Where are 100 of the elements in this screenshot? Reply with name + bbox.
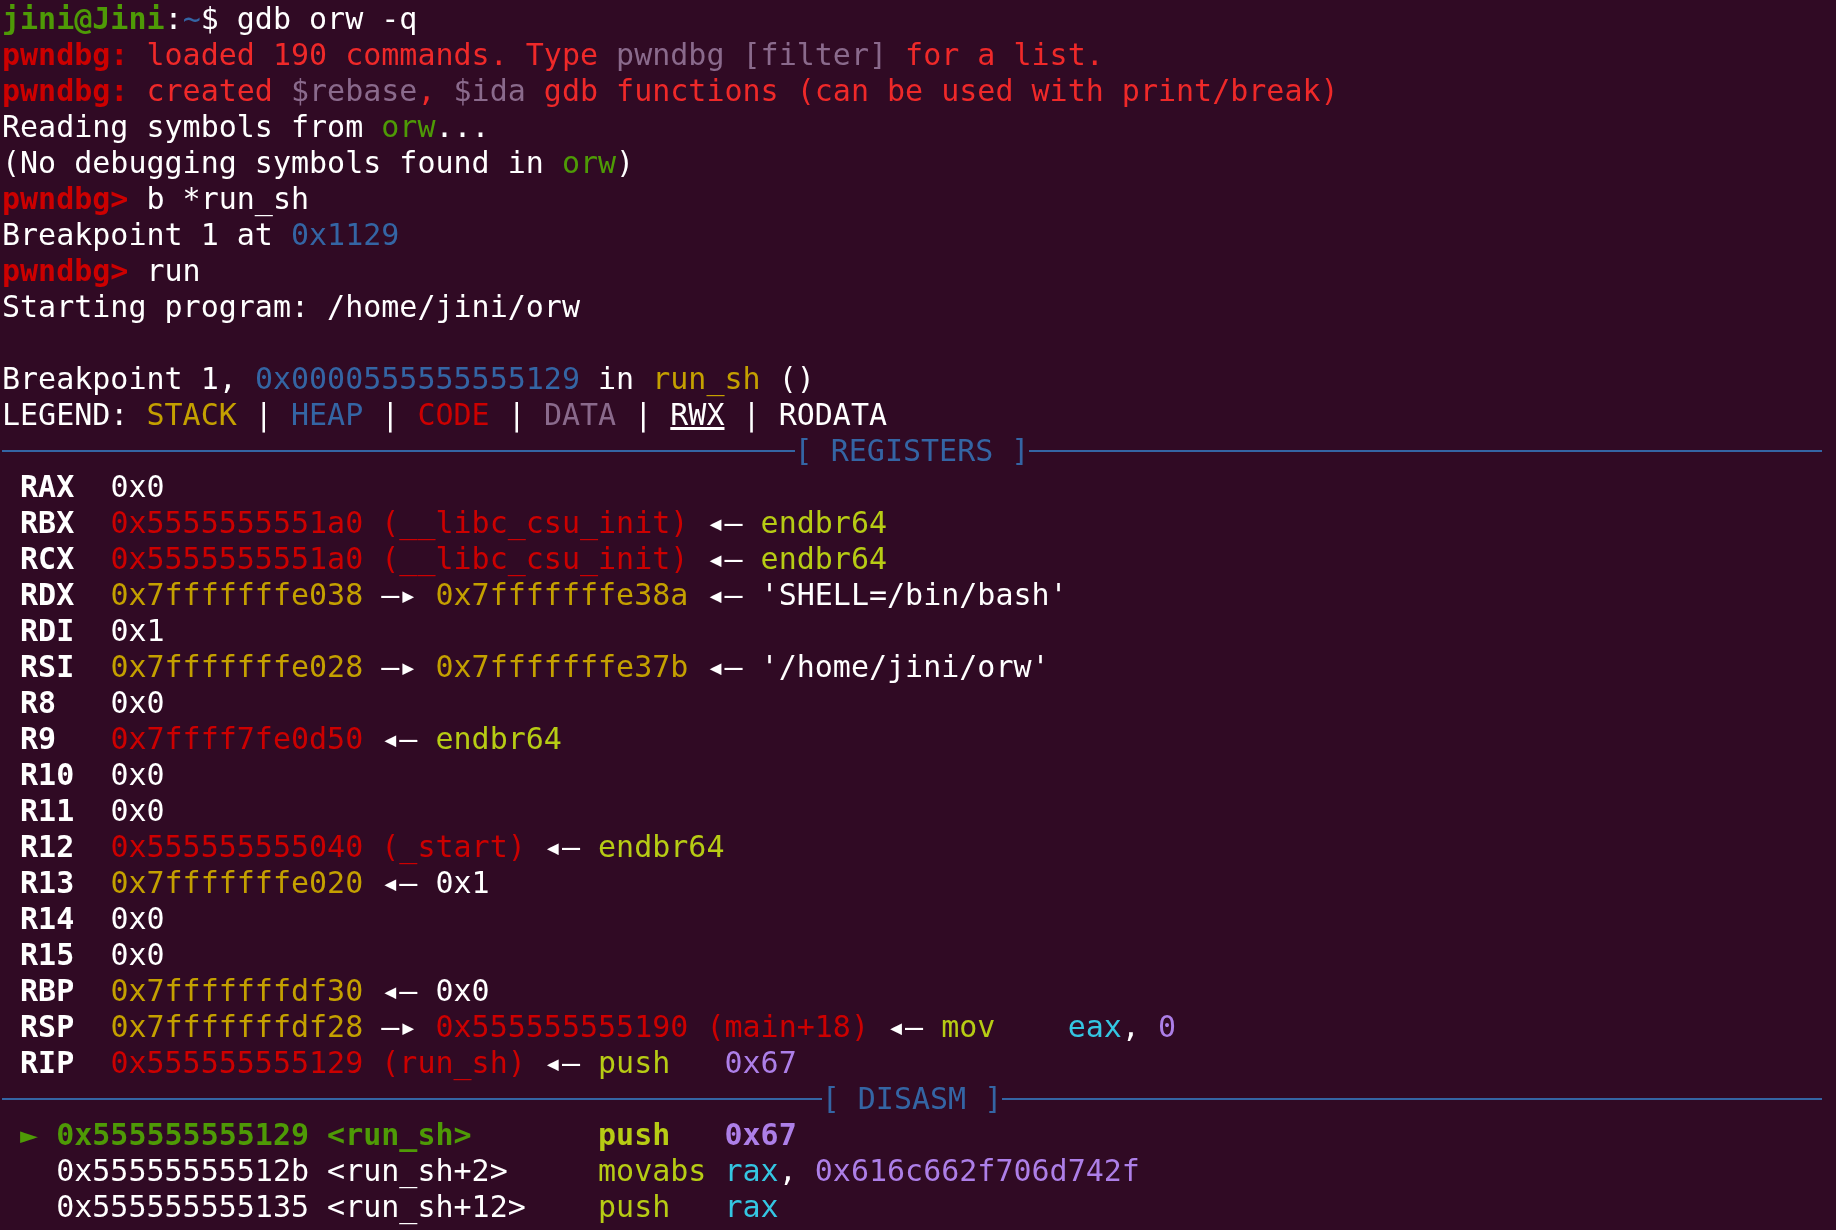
terminal-text: Breakpoint 1, (2, 361, 238, 397)
terminal-text: RCX (19, 541, 76, 577)
terminal-text: push (598, 1117, 672, 1153)
terminal-text: 0x0 (110, 793, 165, 829)
terminal-text: $ida (453, 73, 526, 109)
terminal-text: RDI (19, 613, 76, 649)
terminal-text: , (1121, 1009, 1141, 1045)
terminal-text: ◂— (542, 829, 581, 865)
terminal-text: $rebase (291, 73, 418, 109)
terminal-text: 0x0 (110, 901, 165, 937)
terminal-text: rax (724, 1189, 779, 1225)
terminal-text: ◂— '/home/jini/orw' (705, 649, 1050, 685)
terminal-text: RSI (19, 649, 76, 685)
terminal-text: movabs (598, 1153, 708, 1189)
terminal-text: DATA (543, 397, 617, 433)
terminal-text: | RODATA (741, 397, 888, 433)
terminal-text: pwndbg: (2, 73, 129, 109)
terminal-text: R14 (19, 901, 76, 937)
terminal-text: 0x0 (110, 937, 165, 973)
terminal-text: run_sh (652, 361, 761, 397)
terminal-text: 0 (1158, 1009, 1177, 1045)
terminal-text: RWX (670, 397, 725, 433)
terminal-text: endbr64 (760, 541, 888, 577)
terminal-text: : (164, 1, 183, 37)
terminal-text: ... (435, 109, 490, 145)
terminal-text: RBX (19, 505, 76, 541)
terminal-text: orw (381, 109, 436, 145)
terminal-text: ◂— 'SHELL=/bin/bash' (705, 577, 1068, 613)
terminal-text: rax (724, 1153, 779, 1189)
terminal-text: (No debugging symbols found in (2, 145, 545, 181)
terminal-text: 0x7fffffffdf30 (110, 973, 364, 1009)
terminal-text: —▸ (380, 1009, 419, 1045)
terminal-text: in (597, 361, 636, 397)
terminal-text: 0x5555555551a0 (__libc_csu_init) (110, 541, 689, 577)
terminal-text: HEAP (291, 397, 364, 433)
terminal-text: ~ (182, 1, 201, 37)
terminal-text: 0x55555555512b <run_sh+2> (55, 1153, 509, 1189)
terminal-text: | (253, 397, 274, 433)
terminal-text: 0x7ffff7fe0d50 (110, 721, 364, 757)
terminal-text: () (777, 361, 815, 397)
terminal-text: 0x555555555190 (main+18) (435, 1009, 869, 1045)
terminal-text: Starting program: /home/jini/orw (2, 289, 580, 325)
terminal-text: ◂— (886, 1009, 925, 1045)
terminal-text: run (145, 253, 201, 289)
terminal-text: RBP (19, 973, 76, 1009)
terminal-text: 0x1 (110, 613, 165, 649)
terminal-text: | (380, 397, 401, 433)
terminal-text: 0x0000555555555129 (254, 361, 580, 397)
terminal-text: RDX (19, 577, 76, 613)
terminal-text: ► 0x555555555129 <run_sh> (19, 1117, 473, 1153)
terminal-text: ◂— (380, 721, 419, 757)
terminal-text: endbr64 (435, 721, 562, 757)
section-title: [ REGISTERS ] (794, 433, 1030, 469)
terminal-text: push (598, 1045, 672, 1081)
terminal-text: 0x0 (110, 685, 165, 721)
terminal-text: mov (941, 1009, 997, 1045)
terminal-text: 0x7fffffffe028 (110, 649, 364, 685)
terminal-text: b *run_sh (145, 181, 310, 217)
terminal-text: CODE (417, 397, 490, 433)
terminal-text: orw (561, 145, 617, 181)
terminal-text: 0x555555555040 (_start) (110, 829, 526, 865)
terminal-text: 0x67 (724, 1045, 797, 1081)
terminal-text: 0x616c662f706d742f (814, 1153, 1140, 1189)
terminal-text: RIP (19, 1045, 76, 1081)
terminal-text: , (417, 73, 437, 109)
terminal-text: Breakpoint 1 at (2, 217, 274, 253)
terminal-text: created (145, 73, 274, 109)
terminal-text: pwndbg [filter] (616, 37, 888, 73)
terminal-text: 0x7fffffffe37b (435, 649, 689, 685)
terminal-text: push (598, 1189, 672, 1225)
terminal-text: 0x555555555135 <run_sh+12> (55, 1189, 527, 1225)
terminal-text: 0x5555555551a0 (__libc_csu_init) (110, 505, 689, 541)
terminal-text: R15 (19, 937, 76, 973)
terminal-text: | (633, 397, 654, 433)
section-title: [ DISASM ] (821, 1081, 1003, 1117)
terminal-text: | (506, 397, 527, 433)
terminal-text: LEGEND: (2, 397, 130, 433)
terminal-text: pwndbg> (2, 181, 129, 217)
terminal-text: 0x7fffffffdf28 (110, 1009, 364, 1045)
terminal-text: R13 (19, 865, 76, 901)
terminal-text: 0x7fffffffe038 (110, 577, 364, 613)
terminal-text: 0x0 (110, 469, 165, 505)
terminal-text: R11 (19, 793, 76, 829)
terminal-text: —▸ (380, 577, 419, 613)
terminal-text: RSP (19, 1009, 76, 1045)
terminal-text: gdb functions (can be used with print/break) (542, 73, 1339, 109)
terminal-text: 0x7fffffffe020 (110, 865, 364, 901)
terminal-text: RAX (19, 469, 76, 505)
terminal-text: R8 (19, 685, 58, 721)
terminal-text: 0x67 (724, 1117, 797, 1153)
terminal-text: endbr64 (760, 505, 888, 541)
terminal-text: ◂— 0x0 (380, 973, 490, 1009)
terminal-text: ◂— (705, 505, 744, 541)
terminal-text: for a list. (904, 37, 1104, 73)
terminal-text: —▸ (380, 649, 419, 685)
terminal-text: 0x555555555129 (run_sh) (110, 1045, 526, 1081)
terminal-text: pwndbg: (2, 37, 129, 73)
terminal-text: loaded 190 commands. Type (145, 37, 600, 73)
terminal-text: R10 (19, 757, 76, 793)
terminal-text: 0x1129 (291, 217, 400, 253)
